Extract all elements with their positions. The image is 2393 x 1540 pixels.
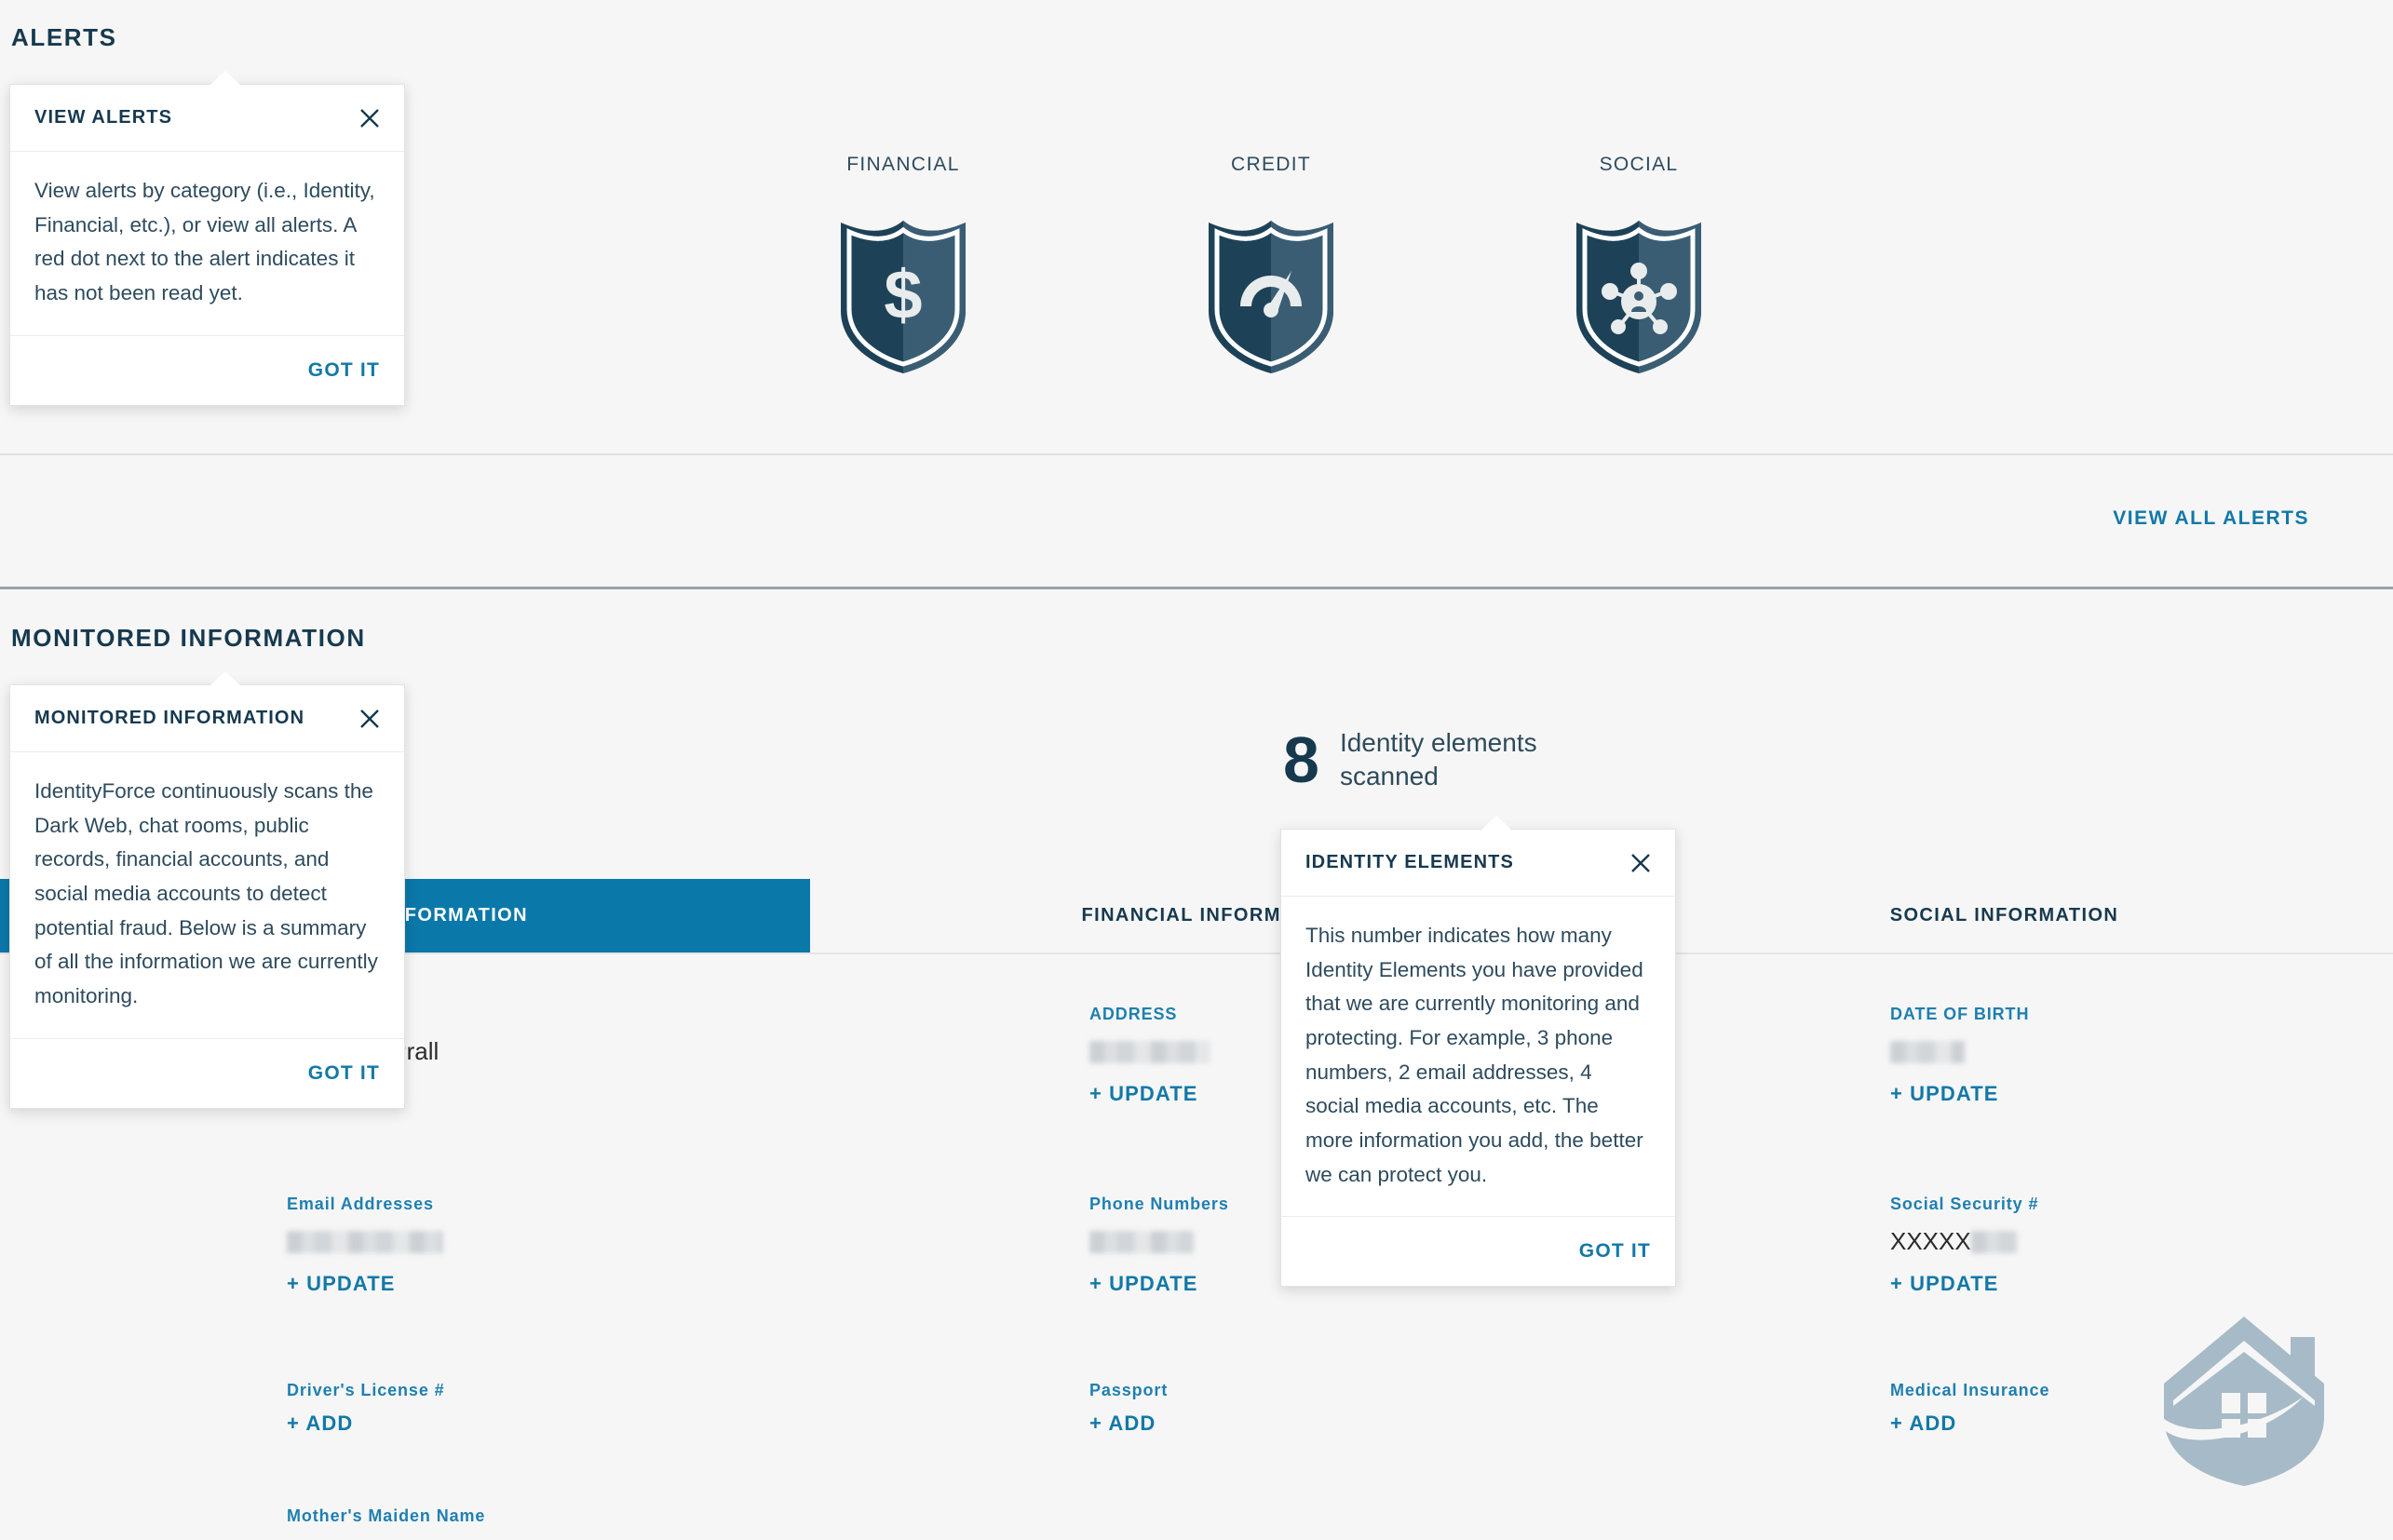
field-drivers-license: Driver's License # + ADD: [287, 1381, 445, 1436]
field-label: Mother's Maiden Name: [287, 1506, 485, 1526]
section-divider-main: [0, 587, 2393, 589]
network-shield-icon: [1569, 213, 1709, 376]
tab-social-information[interactable]: SOCIAL INFORMATION: [1616, 879, 2393, 952]
close-icon[interactable]: [1625, 847, 1656, 879]
view-all-alerts-link[interactable]: VIEW ALL ALERTS: [2113, 507, 2309, 530]
field-value: [1089, 1035, 1210, 1067]
identity-elements-counter[interactable]: 8 Identity elements scanned: [1283, 726, 1582, 793]
tooltip-footer: GOT IT: [10, 1039, 404, 1108]
monitored-information-title: MONITORED INFORMATION: [11, 624, 366, 653]
field-label: Medical Insurance: [1890, 1381, 2049, 1400]
redacted-value: [1089, 1041, 1210, 1063]
alerts-section-title: ALERTS: [11, 23, 117, 52]
got-it-button[interactable]: GOT IT: [308, 1062, 380, 1085]
field-label: DATE OF BIRTH: [1890, 1005, 2029, 1024]
tooltip-body: IdentityForce continuously scans the Dar…: [10, 752, 404, 1039]
field-label: Driver's License #: [287, 1381, 445, 1400]
field-medical-insurance: Medical Insurance + ADD: [1890, 1381, 2049, 1436]
field-label: Social Security #: [1890, 1195, 2038, 1214]
tooltip-header: IDENTITY ELEMENTS: [1281, 830, 1675, 897]
alert-category-credit[interactable]: CREDIT: [1131, 154, 1411, 376]
tooltip-identity-elements: IDENTITY ELEMENTS This number indicates …: [1280, 829, 1676, 1287]
tooltip-monitored-information: MONITORED INFORMATION IdentityForce cont…: [9, 684, 405, 1109]
svg-text:$: $: [884, 256, 922, 333]
field-label: ADDRESS: [1089, 1005, 1210, 1024]
redacted-value: [1089, 1231, 1194, 1253]
field-action-button[interactable]: + UPDATE: [1089, 1082, 1198, 1106]
tooltip-arrow: [210, 671, 240, 685]
tab-label: SOCIAL INFORMATION: [1890, 905, 2119, 926]
field-phone-numbers: Phone Numbers + UPDATE: [1089, 1195, 1229, 1296]
identity-elements-count: 8: [1283, 727, 1319, 792]
tooltip-title: VIEW ALERTS: [34, 107, 172, 128]
field-action-button[interactable]: + ADD: [1890, 1412, 1956, 1436]
tooltip-title: MONITORED INFORMATION: [34, 708, 304, 729]
home-shield-watermark-logo: [2151, 1313, 2337, 1490]
tooltip-view-alerts: VIEW ALERTS View alerts by category (i.e…: [9, 84, 405, 406]
field-address: ADDRESS + UPDATE: [1089, 1005, 1210, 1106]
field-email-addresses: Email Addresses + UPDATE: [287, 1195, 443, 1296]
alert-category-social[interactable]: SOCIAL: [1499, 154, 1778, 376]
tooltip-arrow: [210, 71, 240, 85]
field-value: [287, 1225, 443, 1257]
alert-category-label: SOCIAL: [1499, 154, 1778, 176]
tooltip-header: VIEW ALERTS: [10, 85, 404, 152]
alert-category-label: FINANCIAL: [764, 154, 1043, 176]
field-date-of-birth: DATE OF BIRTH + UPDATE: [1890, 1005, 2029, 1106]
tooltip-body: View alerts by category (i.e., Identity,…: [10, 152, 404, 336]
close-icon[interactable]: [354, 102, 385, 134]
masked-ssn: XXXXX: [1890, 1227, 1971, 1255]
field-action-button[interactable]: + ADD: [287, 1412, 353, 1436]
tooltip-title: IDENTITY ELEMENTS: [1305, 852, 1514, 873]
field-label: Phone Numbers: [1089, 1195, 1229, 1214]
got-it-button[interactable]: GOT IT: [308, 359, 380, 382]
tooltip-footer: GOT IT: [1281, 1217, 1675, 1286]
field-action-button[interactable]: + ADD: [1089, 1412, 1156, 1436]
field-action-button[interactable]: + UPDATE: [1890, 1082, 1999, 1106]
field-label: Passport: [1089, 1381, 1168, 1400]
field-social-security: Social Security # XXXXX + UPDATE: [1890, 1195, 2038, 1296]
identity-dashboard-page: ALERTS FINANCIAL $ CREDIT SOCIAL: [0, 0, 2393, 1540]
field-passport: Passport + ADD: [1089, 1381, 1168, 1436]
got-it-button[interactable]: GOT IT: [1579, 1240, 1651, 1263]
tooltip-arrow: [1481, 816, 1511, 830]
redacted-value: [1890, 1041, 1965, 1063]
field-action-button[interactable]: + UPDATE: [1089, 1272, 1198, 1296]
redacted-value: [1971, 1231, 2018, 1253]
identity-elements-caption: Identity elements scanned: [1340, 726, 1582, 793]
field-mothers-maiden-name: Mother's Maiden Name: [287, 1506, 485, 1537]
field-value: XXXXX: [1890, 1225, 2038, 1257]
field-action-button[interactable]: + UPDATE: [1890, 1272, 1999, 1296]
section-divider-top: [0, 453, 2393, 455]
redacted-value: [287, 1231, 443, 1253]
alert-category-label: CREDIT: [1131, 154, 1411, 176]
field-value: [1089, 1225, 1229, 1257]
field-value: [1890, 1035, 2029, 1067]
close-icon[interactable]: [354, 703, 385, 735]
tooltip-header: MONITORED INFORMATION: [10, 685, 404, 752]
field-label: Email Addresses: [287, 1195, 443, 1214]
dollar-shield-icon: $: [833, 213, 973, 376]
tooltip-body: This number indicates how many Identity …: [1281, 897, 1675, 1217]
gauge-shield-icon: [1201, 213, 1341, 376]
alert-category-financial[interactable]: FINANCIAL $: [764, 154, 1043, 376]
field-action-button[interactable]: + UPDATE: [287, 1272, 396, 1296]
tooltip-footer: GOT IT: [10, 336, 404, 405]
